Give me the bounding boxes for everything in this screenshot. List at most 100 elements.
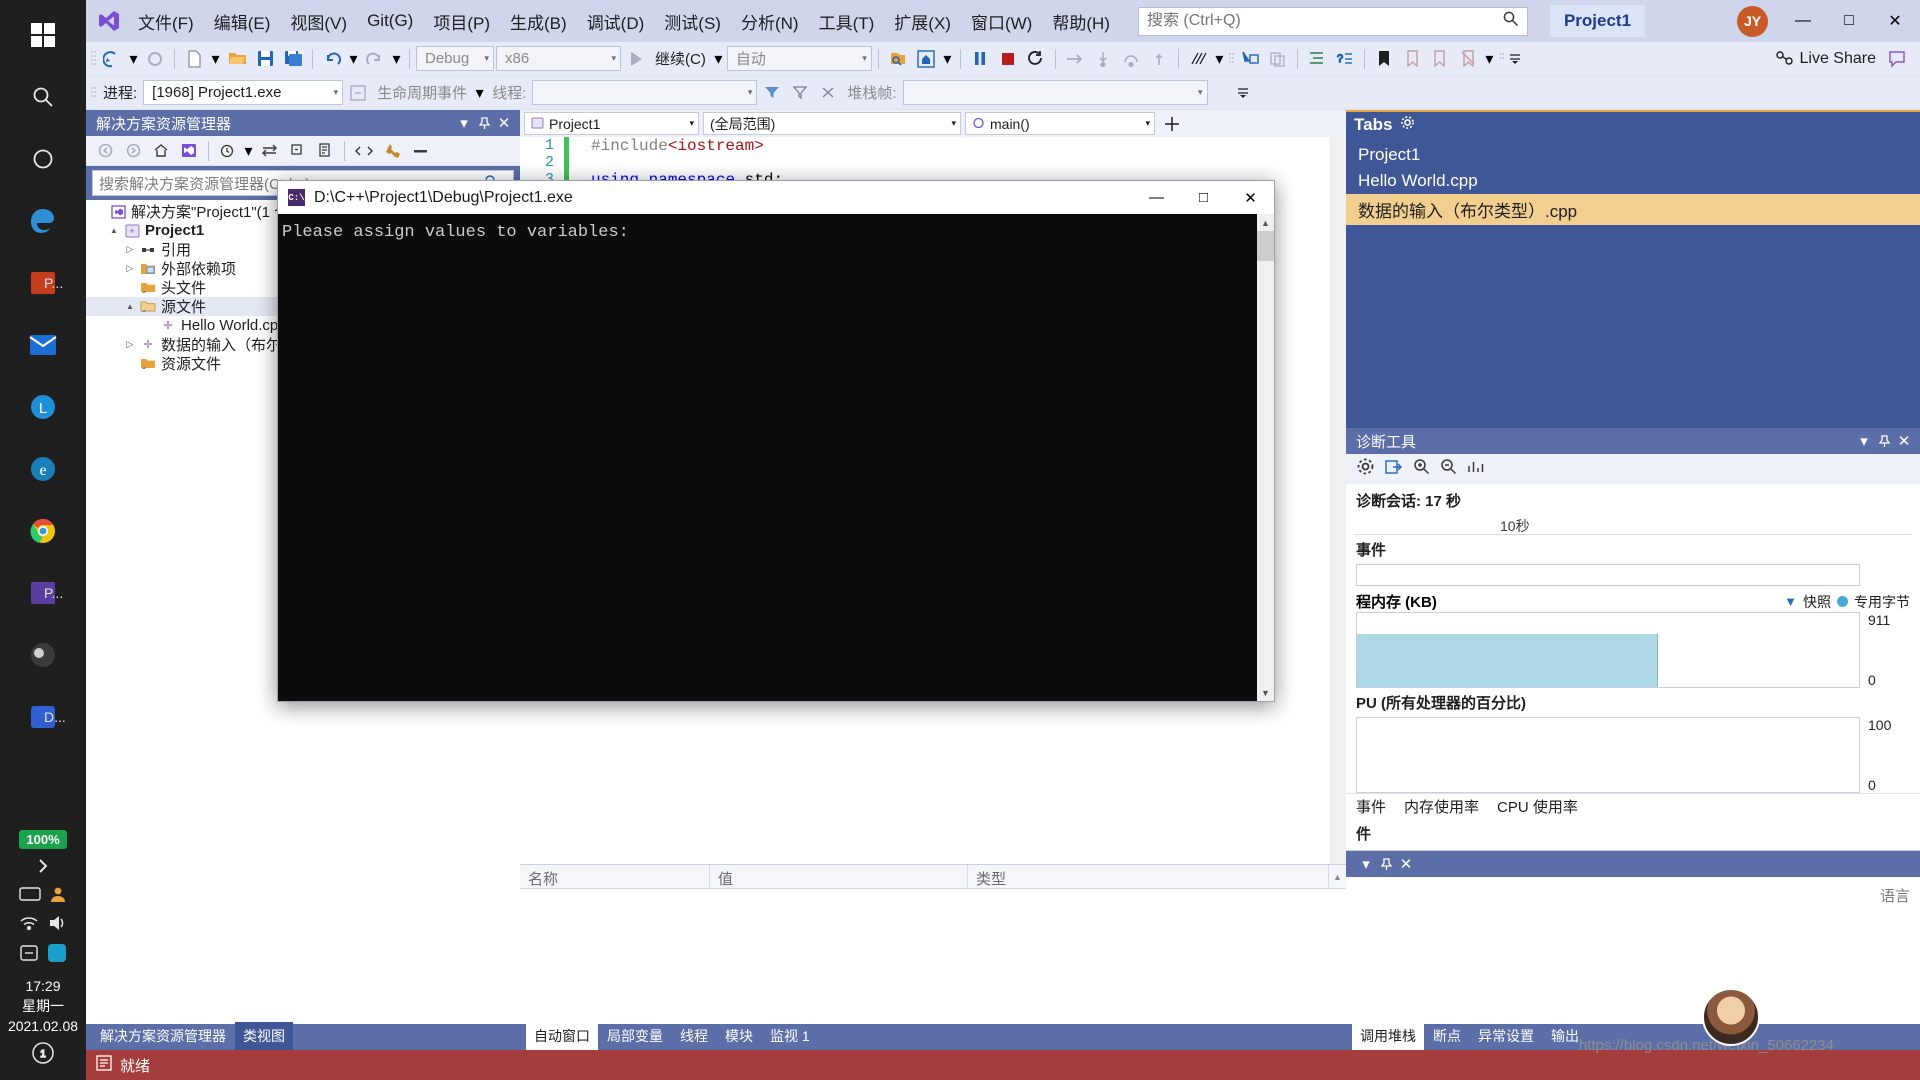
back-icon[interactable] xyxy=(92,138,118,164)
tree-twisty[interactable]: ▷ xyxy=(122,244,138,255)
view-code-icon[interactable] xyxy=(351,138,377,164)
open-tabs-list[interactable]: Project1 Hello World.cpp 数据的输入（布尔类型）.cpp xyxy=(1346,138,1920,428)
menu-extensions[interactable]: 扩展(X) xyxy=(884,5,961,38)
panel-dropdown-icon[interactable]: ▾ xyxy=(454,113,474,133)
tab-watch-1[interactable]: 监视 1 xyxy=(762,1022,818,1050)
column-value[interactable]: 值 xyxy=(710,865,968,888)
save-icon[interactable] xyxy=(252,46,278,72)
properties-icon[interactable] xyxy=(379,138,405,164)
menu-project[interactable]: 项目(P) xyxy=(423,5,500,38)
tab-autos[interactable]: 自动窗口 xyxy=(526,1022,598,1050)
call-stack-body[interactable]: 语言 xyxy=(1346,877,1920,1024)
step-into-icon[interactable] xyxy=(1090,46,1116,72)
notification-icon[interactable]: 1 xyxy=(14,1036,72,1070)
new-file-icon[interactable] xyxy=(181,46,207,72)
start-button[interactable] xyxy=(14,6,72,64)
keyboard-icon[interactable] xyxy=(19,886,41,907)
column-name[interactable]: 名称 xyxy=(520,865,710,888)
redo-icon[interactable] xyxy=(362,46,388,72)
autos-scroll-up-icon[interactable]: ▲ xyxy=(1329,865,1346,888)
project-scope-combo[interactable]: Project1 ▾ xyxy=(524,112,699,135)
detail-item-all-events[interactable]: ▷ 所有事件(0 个，共 0 个) xyxy=(1346,848,1920,850)
search-input[interactable] xyxy=(1146,12,1502,30)
collapse-all-icon[interactable] xyxy=(284,138,310,164)
home-icon[interactable] xyxy=(913,46,939,72)
switch-views-icon[interactable] xyxy=(176,138,202,164)
diff-dropdown-icon[interactable]: ▾ xyxy=(1213,46,1226,72)
pin-icon[interactable] xyxy=(474,113,494,133)
vscode-icon[interactable]: P... xyxy=(14,564,72,622)
chrome-icon[interactable] xyxy=(14,502,72,560)
chevron-down-icon[interactable]: ▾ xyxy=(1192,87,1203,98)
chevron-down-icon[interactable]: ▾ xyxy=(856,53,867,64)
settings-gear-icon[interactable] xyxy=(1356,457,1375,481)
next-bookmark-icon[interactable] xyxy=(1427,46,1453,72)
continue-label[interactable]: 继续(C) xyxy=(651,48,710,69)
menu-build[interactable]: 生成(B) xyxy=(500,5,577,38)
cortana-icon[interactable] xyxy=(14,130,72,188)
lifecycle-dropdown-icon[interactable]: ▾ xyxy=(473,80,486,106)
flag-filter-icon[interactable] xyxy=(759,80,785,106)
feedback-icon[interactable] xyxy=(1884,46,1910,72)
navigate-back-dropdown-icon[interactable]: ▾ xyxy=(127,46,140,72)
tab-breakpoints[interactable]: 断点 xyxy=(1425,1022,1469,1050)
tab-list-item-boolean-input[interactable]: 数据的输入（布尔类型）.cpp xyxy=(1346,194,1920,225)
chevron-right-icon[interactable] xyxy=(14,851,72,881)
copy-element-icon[interactable] xyxy=(1265,46,1291,72)
sync-icon[interactable] xyxy=(256,138,282,164)
new-file-dropdown-icon[interactable]: ▾ xyxy=(209,46,222,72)
account-avatar[interactable]: JY xyxy=(1737,5,1768,37)
toolbar-grip-2[interactable] xyxy=(1228,48,1235,70)
navigate-forward-icon[interactable] xyxy=(142,46,168,72)
tab-call-stack[interactable]: 调用堆栈 xyxy=(1352,1022,1424,1050)
flag-clear-icon[interactable] xyxy=(787,80,813,106)
diag-tab-memory-usage[interactable]: 内存使用率 xyxy=(1404,796,1479,817)
global-search-box[interactable] xyxy=(1137,6,1528,36)
previous-bookmark-icon[interactable] xyxy=(1399,46,1425,72)
stackframe-combo[interactable]: ▾ xyxy=(902,80,1208,105)
menu-analyze[interactable]: 分析(N) xyxy=(731,5,809,38)
search-icon[interactable] xyxy=(1502,10,1519,32)
scroll-down-icon[interactable]: ▼ xyxy=(1257,684,1274,701)
zoom-out-icon[interactable] xyxy=(1440,458,1457,480)
zoom-reset-icon[interactable] xyxy=(1467,459,1484,479)
navigate-back-icon[interactable] xyxy=(99,46,125,72)
stop-icon[interactable] xyxy=(995,46,1021,72)
powerpoint-icon[interactable]: P... xyxy=(14,254,72,312)
tab-list-item-hello-world[interactable]: Hello World.cpp xyxy=(1346,168,1920,194)
chevron-down-icon[interactable]: ▾ xyxy=(478,53,489,64)
pending-changes-icon[interactable] xyxy=(215,138,241,164)
lifecycle-events-icon[interactable] xyxy=(345,80,371,106)
pause-icon[interactable] xyxy=(967,46,993,72)
function-scope-combo[interactable]: main() ▾ xyxy=(965,112,1155,135)
tree-twisty[interactable]: ▲ xyxy=(122,302,138,311)
debug-toolbar-grip[interactable] xyxy=(90,82,97,104)
panel-dropdown-icon[interactable]: ▾ xyxy=(1356,854,1376,874)
tab-exception-settings[interactable]: 异常设置 xyxy=(1470,1022,1542,1050)
undo-icon[interactable] xyxy=(319,46,345,72)
loop-icon[interactable]: L xyxy=(14,378,72,436)
debug-target-combo[interactable]: 自动 ▾ xyxy=(726,46,872,71)
open-file-icon[interactable] xyxy=(224,46,250,72)
chevron-down-icon[interactable]: ▾ xyxy=(328,87,339,98)
obs-icon[interactable] xyxy=(14,626,72,684)
clear-bookmarks-icon[interactable] xyxy=(1455,46,1481,72)
diag-tab-cpu-usage[interactable]: CPU 使用率 xyxy=(1497,796,1578,817)
console-title-bar[interactable]: C:\ D:\C++\Project1\Debug\Project1.exe —… xyxy=(278,181,1274,214)
column-type[interactable]: 类型 xyxy=(968,865,1329,888)
console-maximize-button[interactable]: □ xyxy=(1180,181,1227,214)
console-body[interactable]: Please assign values to variables: ▲ ▼ xyxy=(278,214,1274,701)
tab-threads[interactable]: 线程 xyxy=(672,1022,716,1050)
expand-toolbar-icon[interactable] xyxy=(1507,46,1523,72)
menu-debug[interactable]: 调试(D) xyxy=(577,5,655,38)
events-track[interactable] xyxy=(1356,564,1860,586)
attach-process-icon[interactable] xyxy=(885,46,911,72)
input-method-icon[interactable] xyxy=(19,944,39,967)
editor-scrollbar[interactable] xyxy=(1330,137,1346,864)
home-icon[interactable] xyxy=(148,138,174,164)
panel-dropdown-icon[interactable]: ▾ xyxy=(1854,431,1874,451)
close-icon[interactable]: ✕ xyxy=(494,113,514,133)
close-icon[interactable]: ✕ xyxy=(1396,854,1416,874)
solution-platform-combo[interactable]: x86 ▾ xyxy=(496,46,621,71)
console-close-button[interactable]: ✕ xyxy=(1227,181,1274,214)
